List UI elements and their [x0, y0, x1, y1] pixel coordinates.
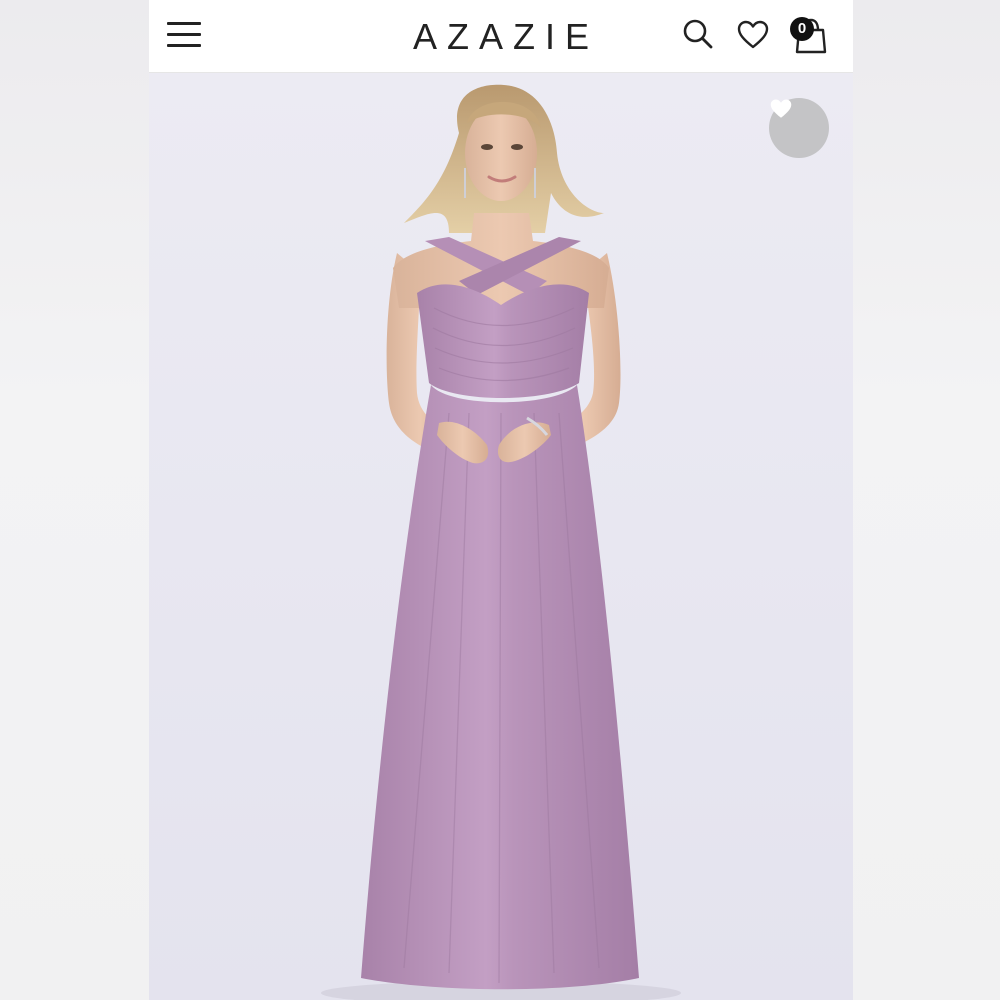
image-wishlist-button[interactable]	[769, 98, 829, 158]
model-photo	[321, 84, 681, 1000]
product-image[interactable]	[149, 73, 853, 1000]
backdrop-left	[0, 0, 149, 1000]
heart-filled-icon	[770, 99, 792, 118]
search-icon[interactable]	[682, 18, 714, 50]
mobile-page: AZAZIE 0	[149, 0, 853, 1000]
backdrop-right	[853, 0, 1000, 1000]
heart-icon[interactable]	[737, 20, 769, 50]
bag-count-badge: 0	[790, 17, 814, 41]
site-header: AZAZIE 0	[149, 0, 853, 73]
face	[465, 105, 537, 201]
